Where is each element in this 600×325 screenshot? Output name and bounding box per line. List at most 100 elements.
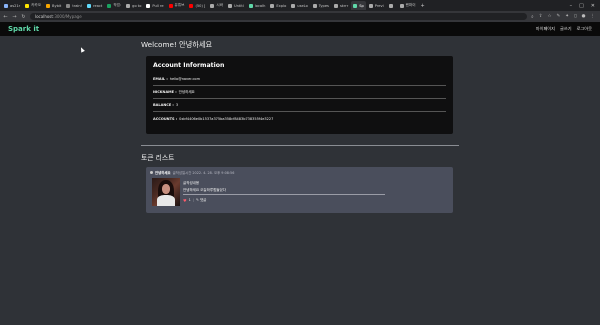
browser-tab-label: train! <box>72 3 83 8</box>
browser-tab-label: 카카오 <box>31 3 42 7</box>
browser-tab[interactable]: Types <box>311 1 331 10</box>
share-icon[interactable]: ⇪ <box>539 14 543 20</box>
account-row-value: hello@naver.com <box>169 77 200 81</box>
comment-button[interactable]: ✎ 댓글 <box>196 198 206 203</box>
favicon-icon <box>399 3 404 8</box>
url-input[interactable]: localhost:3000/Mypage <box>30 13 528 20</box>
reload-icon[interactable]: ↻ <box>21 14 26 20</box>
token-card-header: 안녕하세요 글작성일시간 2022. 4. 28. 오후 9:08:56 <box>150 170 449 175</box>
favicon-icon <box>107 3 112 8</box>
nav-logout[interactable]: 로그아웃 <box>577 26 592 32</box>
token-content: 안녕하세요 오늘하루힘들었다 <box>183 188 385 195</box>
browser-tab[interactable]: skrrr <box>332 1 350 10</box>
browser-tab[interactable]: Explo <box>268 1 288 10</box>
heart-icon[interactable]: ♥ <box>183 198 187 203</box>
browser-tab[interactable]: Previ <box>367 1 386 10</box>
account-row-key: BALANCE : <box>153 103 174 107</box>
browser-tab-label: Sp <box>359 3 364 8</box>
browser-tab-label: react <box>93 3 103 8</box>
account-row-email: EMAIL : hello@naver.com <box>153 73 446 86</box>
browser-tab[interactable] <box>387 1 397 10</box>
token-card[interactable]: 안녕하세요 글작성일시간 2022. 4. 28. 오후 9:08:56 글작성… <box>146 167 453 213</box>
window-controls: – □ ✕ <box>570 3 600 9</box>
comment-label: 댓글 <box>199 197 207 202</box>
maximize-icon[interactable]: □ <box>579 3 584 9</box>
favicon-icon <box>388 3 393 8</box>
token-author[interactable]: 안녕하세요 <box>155 170 171 175</box>
browser-tab-label: Types <box>318 3 329 8</box>
favicon-icon <box>312 3 317 8</box>
token-image[interactable] <box>152 178 180 206</box>
pencil-icon: ✎ <box>196 198 199 202</box>
browser-tab[interactable]: (50) [ <box>187 1 207 10</box>
account-info-card: Account Information EMAIL : hello@naver.… <box>146 56 453 134</box>
browser-tab-label: 렌파이 <box>405 3 416 7</box>
like-count: 1 <box>188 198 191 202</box>
browser-tab[interactable]: Untitl <box>226 1 246 10</box>
welcome-heading: Welcome! 안녕하세요 <box>141 40 213 49</box>
account-row-key: EMAIL : <box>153 77 168 81</box>
account-row-key: NICKNAME : <box>153 90 177 94</box>
favicon-icon <box>210 3 215 8</box>
browser-tab[interactable]: 카카오 <box>23 1 43 10</box>
browser-tab[interactable]: localh <box>247 1 268 10</box>
browser-tab-label: localh <box>254 3 266 8</box>
browser-tab[interactable]: Sp <box>351 1 366 10</box>
account-row-key: ACCOUNTS : <box>153 116 178 121</box>
header-nav: 마이페이지 글쓰기 로그아웃 <box>536 26 592 32</box>
browser-tab[interactable]: as21r <box>2 1 22 10</box>
favicon-icon <box>248 3 253 8</box>
token-list-title: 토큰 리스트 <box>141 154 175 162</box>
browser-tab[interactable]: train! <box>64 1 84 10</box>
divider-bar: | <box>192 198 195 202</box>
favicon-icon <box>228 3 233 8</box>
new-tab-icon[interactable]: + <box>421 3 425 9</box>
browser-tab[interactable]: Pull re <box>144 1 165 10</box>
browser-tab-label: Bybit <box>52 3 62 8</box>
browser-tab[interactable]: 작업: <box>105 1 123 10</box>
browser-tab-label: useLo <box>297 3 308 8</box>
minimize-icon[interactable]: – <box>570 3 573 9</box>
browser-tab[interactable]: Bybit <box>44 1 63 10</box>
favicon-icon <box>46 3 51 8</box>
token-card-body: 글작성내용 안녕하세요 오늘하루힘들었다 ♥ 1 | ✎ 댓글 <box>152 178 385 206</box>
sidebar-icon[interactable]: ▯ <box>574 14 576 20</box>
star-icon[interactable]: ☆ <box>547 14 551 20</box>
browser-tab[interactable]: 유튜브 <box>167 1 187 10</box>
favicon-icon <box>87 3 92 8</box>
favicon-icon <box>270 3 275 8</box>
account-row-value: 3 <box>175 103 179 107</box>
close-icon[interactable]: ✕ <box>591 3 595 9</box>
token-content-label: 글작성내용 <box>183 181 200 185</box>
browser-tab-label: 유튜브 <box>174 3 185 7</box>
browser-tab[interactable]: 시바 <box>208 1 225 10</box>
extension-icon[interactable]: ✎ <box>557 14 561 20</box>
favicon-icon <box>66 3 71 8</box>
section-divider <box>141 145 459 146</box>
favicon-icon <box>168 3 173 8</box>
url-path: :3000/Mypage <box>52 14 82 19</box>
mouse-cursor-icon <box>79 46 85 53</box>
puzzle-icon[interactable]: ✦ <box>565 14 569 20</box>
browser-tab-label: Pull re <box>152 3 164 8</box>
token-meta: 글작성일시간 2022. 4. 28. 오후 9:08:56 <box>172 171 235 175</box>
browser-tab[interactable]: go to <box>124 1 143 10</box>
browser-tab[interactable]: 렌파이 <box>398 1 418 10</box>
favicon-icon <box>368 3 373 8</box>
account-row-accounts: ACCOUNTS : 0xbf4406e0b1537a375ba358cf848… <box>153 112 446 125</box>
site-logo[interactable]: Spark it <box>8 25 39 33</box>
browser-tab-label: (50) [ <box>195 3 206 8</box>
nav-write[interactable]: 글쓰기 <box>560 26 572 32</box>
back-icon[interactable]: ← <box>3 14 8 20</box>
forward-icon[interactable]: → <box>12 14 17 20</box>
browser-tab-label: Explo <box>276 3 287 8</box>
browser-tab[interactable]: react <box>85 1 104 10</box>
favicon-icon <box>25 3 30 8</box>
favicon-icon <box>189 3 194 8</box>
browser-tab[interactable]: useLo <box>289 1 310 10</box>
nav-mypage[interactable]: 마이페이지 <box>536 26 555 32</box>
menu-icon[interactable]: ⋮ <box>591 14 596 20</box>
mypage-main: Welcome! 안녕하세요 Account Information EMAIL… <box>141 36 459 213</box>
profile-icon[interactable]: ● <box>582 14 586 20</box>
zoom-icon[interactable]: ⌕ <box>531 14 534 20</box>
